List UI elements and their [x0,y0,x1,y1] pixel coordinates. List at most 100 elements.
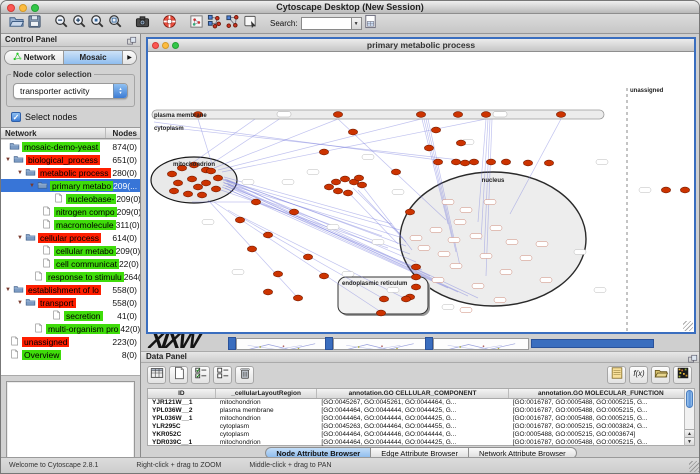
graph-node[interactable] [273,271,282,277]
select-nodes-checkbox[interactable]: ✓ [11,112,21,122]
new-attribute-button[interactable] [169,366,188,384]
zoom-out-button[interactable] [53,16,69,32]
graph-node[interactable] [211,186,220,192]
background-window-edge[interactable] [531,339,654,348]
graph-node[interactable] [206,168,215,174]
graph-node[interactable] [333,112,342,118]
graph-node[interactable] [293,295,302,301]
graph-node[interactable] [213,175,222,181]
column-header[interactable]: annotation.GO CELLULAR_COMPONENT [317,389,508,398]
graph-node[interactable] [411,264,420,270]
tree-item-macromolecule[interactable]: macromolecule311(0) [1,218,140,231]
table-mode-button[interactable] [147,366,166,384]
graph-node[interactable] [376,310,385,316]
scroll-up-button[interactable]: ▲ [685,429,694,437]
graph-node[interactable] [193,184,202,190]
graph-node[interactable] [201,180,210,186]
save-button[interactable] [26,16,42,32]
graph-node[interactable] [247,246,256,252]
search-input[interactable] [301,17,351,30]
merge-networks-button[interactable] [206,16,222,32]
delete-attribute-button[interactable] [235,366,254,384]
tab-network[interactable]: Network [5,51,64,64]
expander-icon[interactable]: ▼ [17,234,25,242]
tree-item-nitrogen-compo[interactable]: nitrogen compo209(0) [1,205,140,218]
graph-node[interactable] [169,188,178,194]
tree-header-network[interactable]: Network [1,128,106,138]
canvas-resize-grip[interactable] [683,321,693,331]
graph-node[interactable] [303,254,312,260]
graph-node[interactable] [453,112,462,118]
tree-item-transport[interactable]: ▼transport558(0) [1,296,140,309]
tree-item-mosaic-demo-yeast[interactable]: mosaic-demo-yeast874(0) [1,140,140,153]
graph-node[interactable] [433,159,442,165]
annotation-button[interactable] [242,16,258,32]
graph-node[interactable] [661,187,670,193]
tree-item-primary-metabo[interactable]: ▼primary metabo209(... [1,179,140,192]
tree-item-response-to-stimulu[interactable]: response to stimulu264(0) [1,270,140,283]
graph-node[interactable] [348,129,357,135]
tree-item-cellular-metabo[interactable]: cellular metabo209(0) [1,244,140,257]
search-dropdown-button[interactable]: ▼ [351,17,362,30]
tree-item-secretion[interactable]: secretion41(0) [1,309,140,322]
graph-node[interactable] [501,159,510,165]
tree-item-multi-organism-pro[interactable]: multi-organism pro42(0) [1,322,140,335]
network-canvas[interactable]: plasma membranecytoplasmmitochondrionnuc… [148,52,694,332]
node-color-dropdown[interactable]: transporter activity ▲▼ [13,83,128,99]
graph-node[interactable] [411,284,420,290]
tree-item-cell-communicat[interactable]: cell communicat22(0) [1,257,140,270]
expander-icon[interactable]: ▼ [5,156,13,164]
graph-node[interactable] [481,112,490,118]
graph-node[interactable] [333,188,342,194]
search-config-button[interactable] [363,16,379,32]
graph-node[interactable] [431,127,440,133]
graph-node[interactable] [167,171,176,177]
graph-node[interactable] [235,217,244,223]
column-header[interactable]: ID [148,389,216,398]
network-graph[interactable]: plasma membranecytoplasmmitochondrionnuc… [148,52,694,334]
background-window-thumbnail[interactable] [236,338,326,350]
table-row[interactable]: YPL036W__2plasma membrane[GO:0044464, GO… [148,407,694,415]
graph-node[interactable] [183,191,192,197]
tree-item-establishment-of-lo[interactable]: ▼establishment of lo558(0) [1,283,140,296]
zoom-fit-button[interactable] [107,16,123,32]
graph-node[interactable] [197,192,206,198]
graph-node[interactable] [379,296,388,302]
graph-node[interactable] [173,180,182,186]
tree-item-cellular-process[interactable]: ▼cellular process614(0) [1,231,140,244]
graph-node[interactable] [340,176,349,182]
graph-node[interactable] [544,160,553,166]
scrollbar-thumb[interactable] [686,390,693,408]
tree-item-biological-process[interactable]: ▼biological_process651(0) [1,153,140,166]
graph-node[interactable] [263,289,272,295]
formula-button[interactable]: f(x) [629,366,648,384]
expander-icon[interactable]: ▼ [5,286,13,294]
network-window-titlebar[interactable]: primary metabolic process [148,39,694,52]
matrix-button[interactable] [673,366,692,384]
tree-item-overview[interactable]: Overview8(0) [1,348,140,361]
overview-button[interactable] [188,16,204,32]
tree-item-unassigned[interactable]: unassigned223(0) [1,335,140,348]
expander-icon[interactable]: ▼ [17,299,25,307]
title-bar[interactable]: Cytoscape Desktop (New Session) [1,1,699,14]
zoom-selected-button[interactable] [89,16,105,32]
zoom-in-button[interactable] [71,16,87,32]
float-panel-icon[interactable] [127,36,137,46]
graph-node[interactable] [401,296,410,302]
graph-node[interactable] [424,145,433,151]
tab-overflow-button[interactable]: ▶ [123,51,136,64]
help-button[interactable] [161,16,177,32]
background-window-titlebar[interactable] [325,337,333,350]
snapshot-button[interactable] [134,16,150,32]
compare-networks-button[interactable] [224,16,240,32]
graph-node[interactable] [354,175,363,181]
network-window[interactable]: primary metabolic process plasma membran… [146,37,696,334]
graph-node[interactable] [251,199,260,205]
graph-node[interactable] [456,140,465,146]
plasma-membrane-compartment[interactable] [152,110,604,119]
background-window-titlebar[interactable] [425,337,433,350]
graph-node[interactable] [460,160,469,166]
tree-item-nucleobase-[interactable]: nucleobase-209(0) [1,192,140,205]
graph-node[interactable] [331,179,340,185]
expander-icon[interactable]: ▼ [29,182,37,190]
